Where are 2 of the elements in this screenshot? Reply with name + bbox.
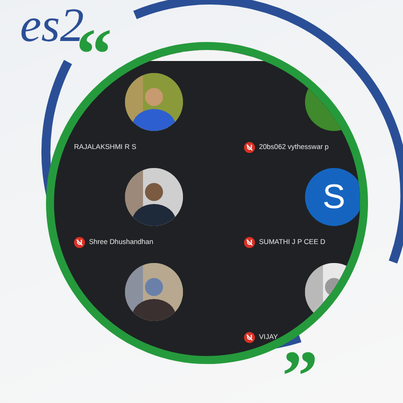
avatar-letter: S [322,178,346,216]
close-quote: ” [282,340,318,403]
